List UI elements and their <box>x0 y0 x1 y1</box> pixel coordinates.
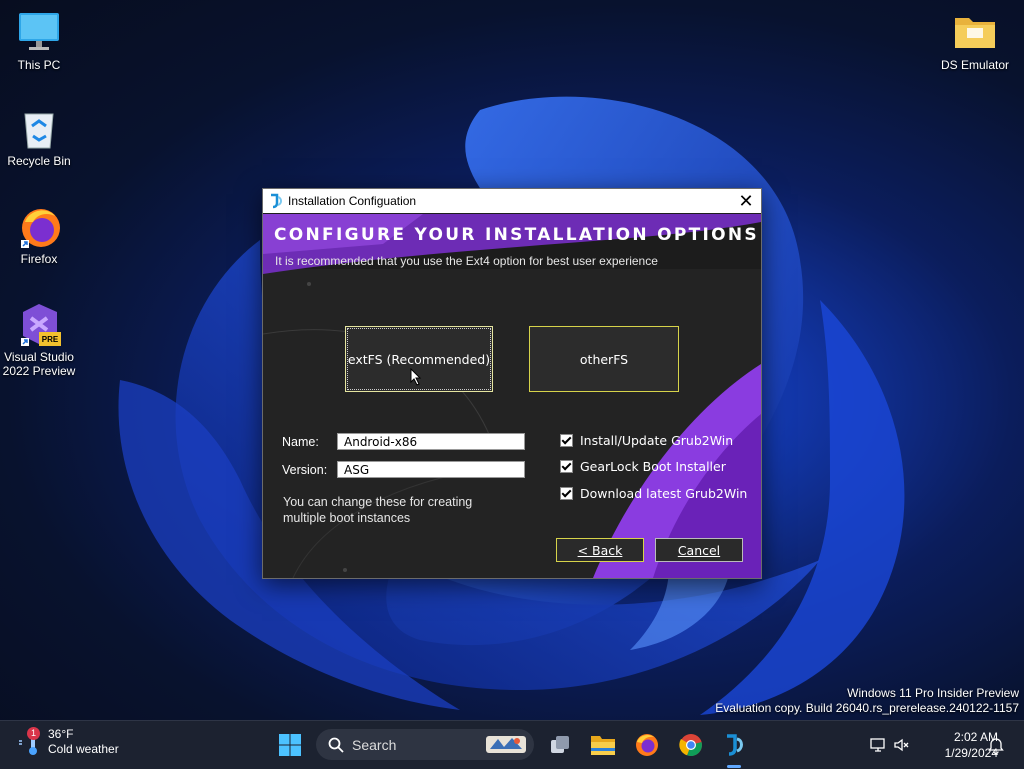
chrome-taskbar-button[interactable] <box>675 729 707 761</box>
weather-widget[interactable]: 1 36°F Cold weather <box>16 727 119 757</box>
folder-icon <box>953 10 997 54</box>
watermark-build: Evaluation copy. Build 26040.rs_prerelea… <box>715 701 1019 715</box>
monitor-icon <box>17 10 61 54</box>
folder-icon <box>591 736 615 755</box>
app-logo-icon <box>271 193 282 209</box>
network-icon <box>870 738 885 752</box>
firefox-icon <box>636 734 658 756</box>
back-button[interactable]: < Back <box>556 538 644 562</box>
volume-muted-icon <box>894 738 909 752</box>
bell-icon <box>988 738 1004 754</box>
firefox-taskbar-button[interactable] <box>631 729 663 761</box>
desktop-icon-recycle-bin[interactable]: Recycle Bin <box>0 106 78 168</box>
recycle-bin-icon <box>17 106 61 150</box>
thermometer-icon: 1 <box>16 727 42 757</box>
dialog-title: Installation Configuation <box>288 194 417 208</box>
installer-app-icon <box>727 734 743 756</box>
version-label: Version: <box>282 463 328 477</box>
dialog-subtext: It is recommended that you use the Ext4 … <box>275 254 658 268</box>
checkbox-install-grub2win[interactable]: Install/Update Grub2Win <box>560 433 733 448</box>
instances-note: You can change these for creating multip… <box>283 495 473 525</box>
name-input[interactable]: Android-x86 <box>337 433 525 450</box>
chrome-icon <box>679 734 702 757</box>
dialog-titlebar[interactable]: Installation Configuation ✕ <box>263 189 761 213</box>
taskbar: 1 36°F Cold weather Search 2:02 AM 1/29/… <box>0 720 1024 769</box>
checkbox-gearlock-boot[interactable]: GearLock Boot Installer <box>560 459 726 474</box>
installation-config-dialog: Installation Configuation ✕ CONFIGURE YO… <box>262 188 762 579</box>
checkbox-box[interactable] <box>560 460 573 473</box>
dialog-heading: CONFIGURE YOUR INSTALLATION OPTIONS <box>274 225 759 245</box>
watermark-edition: Windows 11 Pro Insider Preview <box>847 686 1019 700</box>
checkbox-label: Download latest Grub2Win <box>580 486 748 501</box>
weather-desc: Cold weather <box>48 742 119 756</box>
checkbox-box[interactable] <box>560 434 573 447</box>
checkbox-label: GearLock Boot Installer <box>580 459 726 474</box>
firefox-icon <box>17 204 61 248</box>
task-view-button[interactable] <box>544 729 576 761</box>
weather-alert-badge: 1 <box>27 727 40 740</box>
desktop-icon-ds-emulator[interactable]: DS Emulator <box>936 10 1014 72</box>
close-button[interactable]: ✕ <box>731 189 761 213</box>
visual-studio-icon: PRE <box>17 302 61 346</box>
taskbar-search[interactable]: Search <box>316 729 534 760</box>
search-placeholder: Search <box>352 736 397 753</box>
cancel-button[interactable]: Cancel <box>655 538 743 562</box>
otherfs-button[interactable]: otherFS <box>529 326 679 392</box>
weather-temp: 36°F <box>48 727 74 741</box>
desktop-icon-this-pc[interactable]: This PC <box>0 10 78 72</box>
windows-logo-icon <box>279 734 301 756</box>
checkbox-box[interactable] <box>560 487 573 500</box>
desktop-icon-label: This PC <box>17 58 61 72</box>
checkbox-label: Install/Update Grub2Win <box>580 433 734 448</box>
desktop-icon-label: Visual Studio 2022 Preview <box>2 350 76 378</box>
search-icon <box>328 737 344 753</box>
task-view-icon <box>551 736 569 753</box>
search-highlight-icon <box>486 736 526 753</box>
checkbox-download-grub2win[interactable]: Download latest Grub2Win <box>560 486 747 501</box>
file-explorer-button[interactable] <box>587 729 619 761</box>
desktop-icon-label: Firefox <box>20 252 58 266</box>
start-button[interactable] <box>274 729 306 761</box>
preview-badge: PRE <box>41 335 59 344</box>
desktop-icon-firefox[interactable]: Firefox <box>0 204 78 266</box>
volume-tray-button[interactable] <box>886 729 918 761</box>
desktop-icon-label: DS Emulator <box>940 58 1010 72</box>
dialog-body: CONFIGURE YOUR INSTALLATION OPTIONS It i… <box>263 214 761 578</box>
name-label: Name: <box>282 435 319 449</box>
windows-watermark: Windows 11 Pro Insider Preview Evaluatio… <box>715 686 1019 716</box>
notifications-button[interactable] <box>980 729 1012 761</box>
version-input[interactable]: ASG <box>337 461 525 478</box>
close-icon: ✕ <box>738 190 754 211</box>
desktop-icon-label: Recycle Bin <box>7 154 71 168</box>
installer-taskbar-button[interactable] <box>718 729 750 761</box>
mouse-cursor-icon <box>410 368 422 386</box>
desktop-icon-visual-studio[interactable]: PRE Visual Studio 2022 Preview <box>0 302 78 378</box>
